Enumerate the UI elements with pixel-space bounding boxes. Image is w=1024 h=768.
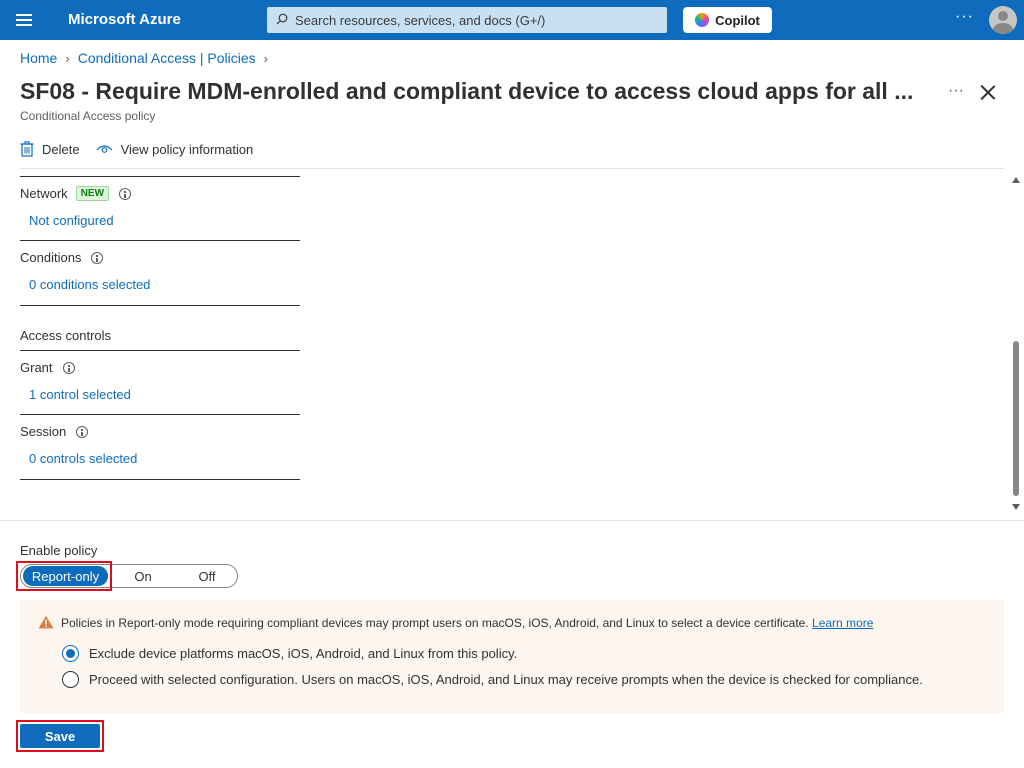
session-label: Session xyxy=(20,424,67,439)
section-divider xyxy=(20,176,300,177)
command-bar: Delete View policy information xyxy=(20,141,253,157)
policy-settings-panel: Network NEW Not configured Conditions 0 … xyxy=(0,169,1024,520)
view-info-label: View policy information xyxy=(120,141,254,157)
eye-icon xyxy=(96,145,113,153)
warning-text: Policies in Report-only mode requiring c… xyxy=(61,616,809,630)
radio-button-checked[interactable] xyxy=(62,645,79,662)
grant-value-link[interactable]: 1 control selected xyxy=(29,387,131,402)
access-controls-heading: Access controls xyxy=(20,328,112,343)
breadcrumb-home[interactable]: Home xyxy=(20,50,57,66)
warning-icon xyxy=(38,615,54,629)
session-value-link[interactable]: 0 controls selected xyxy=(29,451,137,466)
section-divider xyxy=(20,305,300,306)
warning-message: Policies in Report-only mode requiring c… xyxy=(61,616,873,630)
info-icon[interactable] xyxy=(119,187,132,200)
info-icon[interactable] xyxy=(91,251,104,264)
top-navigation-bar: Microsoft Azure Copilot ··· xyxy=(0,0,1024,40)
copilot-icon xyxy=(695,13,710,27)
user-avatar[interactable] xyxy=(989,6,1017,34)
page-subtitle: Conditional Access policy xyxy=(20,109,156,123)
grant-field: Grant xyxy=(20,360,75,375)
toggle-on[interactable]: On xyxy=(108,566,178,586)
section-divider xyxy=(20,350,300,351)
highlight-box xyxy=(16,561,112,591)
radio-exclude-platforms[interactable]: Exclude device platforms macOS, iOS, And… xyxy=(62,645,517,662)
section-divider xyxy=(20,414,300,415)
brand-title[interactable]: Microsoft Azure xyxy=(68,11,181,28)
network-field: Network NEW xyxy=(20,186,132,201)
breadcrumb-policies[interactable]: Conditional Access | Policies xyxy=(78,50,256,66)
hamburger-menu-icon[interactable] xyxy=(16,14,32,26)
highlight-box xyxy=(16,720,104,752)
radio-label: Exclude device platforms macOS, iOS, And… xyxy=(89,646,518,661)
footer-divider xyxy=(0,520,1024,521)
network-value-link[interactable]: Not configured xyxy=(29,213,114,228)
trash-icon xyxy=(20,141,34,157)
radio-button-unchecked[interactable] xyxy=(62,671,79,688)
scrollbar-thumb[interactable] xyxy=(1013,341,1019,496)
section-divider xyxy=(20,240,300,241)
info-icon[interactable] xyxy=(62,361,75,374)
page-title: SF08 - Require MDM-enrolled and complian… xyxy=(20,78,914,104)
grant-label: Grant xyxy=(20,360,53,375)
conditions-value-link[interactable]: 0 conditions selected xyxy=(29,277,150,292)
global-search[interactable] xyxy=(267,7,667,33)
radio-proceed-configuration[interactable]: Proceed with selected configuration. Use… xyxy=(62,671,923,688)
network-label: Network xyxy=(20,186,68,201)
copilot-button[interactable]: Copilot xyxy=(683,7,772,33)
conditions-label: Conditions xyxy=(20,250,82,265)
vertical-scrollbar[interactable] xyxy=(1008,169,1024,520)
chevron-right-icon: › xyxy=(65,50,70,66)
settings-more-icon[interactable]: ··· xyxy=(955,8,974,26)
chevron-right-icon: › xyxy=(263,50,268,66)
delete-label: Delete xyxy=(42,141,80,157)
radio-label: Proceed with selected configuration. Use… xyxy=(89,672,923,687)
new-badge: NEW xyxy=(75,186,110,201)
enable-policy-label: Enable policy xyxy=(20,543,98,558)
delete-button[interactable]: Delete xyxy=(20,141,80,157)
view-policy-information-button[interactable]: View policy information xyxy=(96,141,254,157)
learn-more-link[interactable]: Learn more xyxy=(812,616,873,630)
conditions-field: Conditions xyxy=(20,250,104,265)
search-input[interactable] xyxy=(295,7,655,33)
breadcrumb: Home › Conditional Access | Policies › xyxy=(20,50,268,66)
session-field: Session xyxy=(20,424,89,439)
close-icon[interactable] xyxy=(980,84,996,100)
scroll-up-arrow-icon[interactable] xyxy=(1012,177,1020,183)
toggle-off[interactable]: Off xyxy=(178,566,236,586)
report-only-warning: Policies in Report-only mode requiring c… xyxy=(20,600,1004,713)
search-icon xyxy=(276,13,288,25)
section-divider xyxy=(20,479,300,480)
copilot-label: Copilot xyxy=(715,12,760,28)
more-options-icon[interactable]: ··· xyxy=(948,82,964,100)
scroll-down-arrow-icon[interactable] xyxy=(1012,504,1020,510)
info-icon[interactable] xyxy=(76,425,89,438)
